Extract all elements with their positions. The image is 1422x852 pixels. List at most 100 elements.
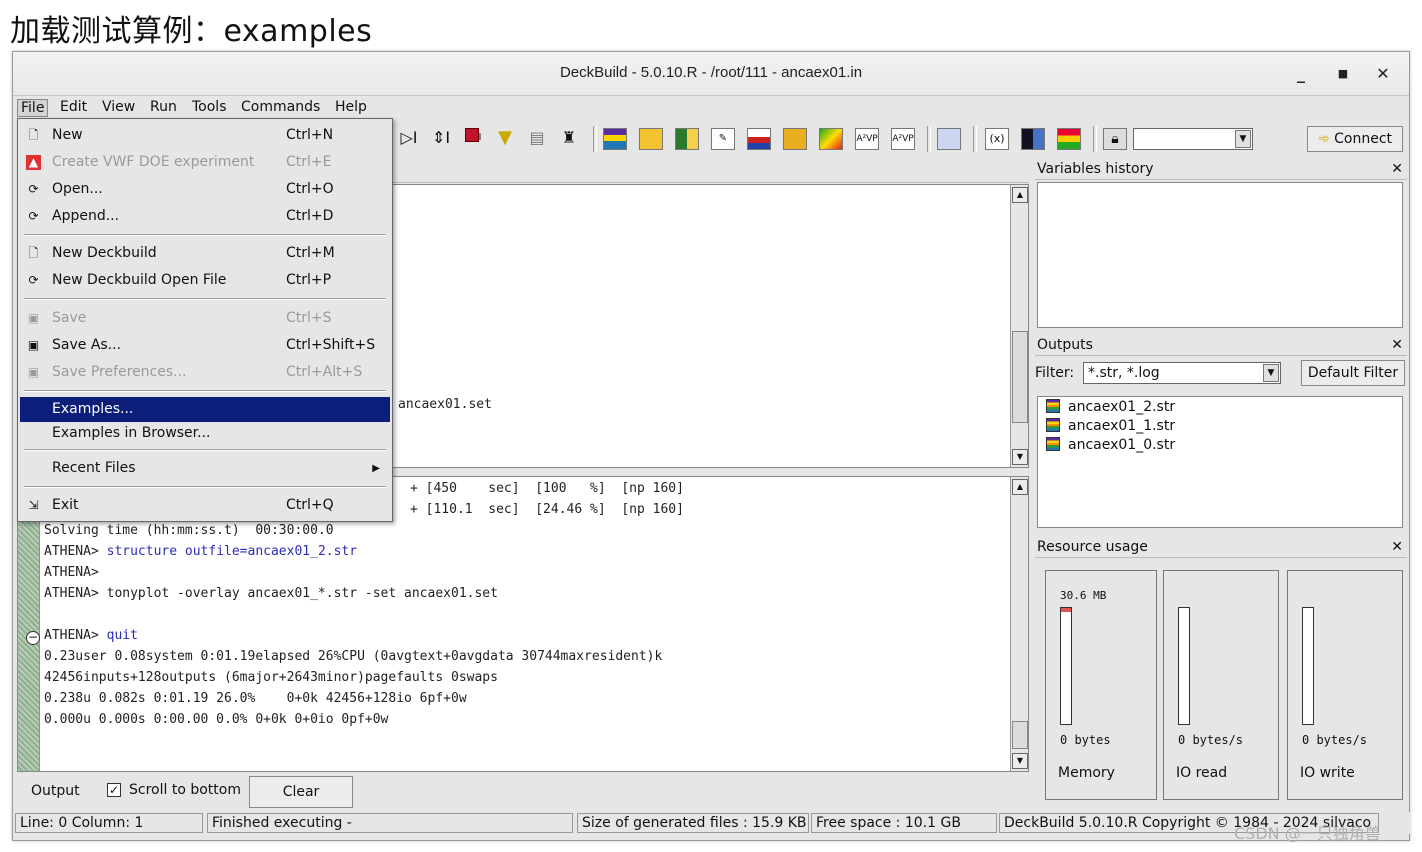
menu-separator: [24, 486, 386, 488]
structure-file-icon: [1046, 418, 1060, 432]
paste-icon[interactable]: ▤: [525, 128, 549, 150]
vwf-icon[interactable]: A²VP: [855, 128, 879, 150]
close-icon[interactable]: ✕: [1391, 160, 1403, 179]
menu-edit[interactable]: Edit: [57, 99, 90, 115]
host-combo[interactable]: ▼: [1133, 128, 1253, 150]
menu-item-new-deckbuild-open-file[interactable]: ⟳ New Deckbuild Open File Ctrl+P: [20, 268, 390, 293]
menu-item-label: Examples...: [52, 401, 134, 417]
menu-view[interactable]: View: [99, 99, 138, 115]
menu-item-label: New Deckbuild Open File: [52, 272, 227, 288]
outputs-file-list[interactable]: ancaex01_2.str ancaex01_1.str ancaex01_0…: [1037, 396, 1403, 528]
console-line: + [450 sec] [100 %] [np 160]: [410, 481, 684, 496]
scroll-down-icon[interactable]: ▼: [1012, 753, 1028, 769]
pause-icon[interactable]: ▼: [493, 128, 517, 150]
collapse-icon[interactable]: −: [26, 631, 40, 645]
variables-history-list[interactable]: [1037, 182, 1403, 328]
menu-item-exit[interactable]: ⇲ Exit Ctrl+Q: [20, 493, 390, 518]
filter-combo[interactable]: *.str, *.log ▼: [1083, 362, 1281, 384]
deck-editor[interactable]: ancaex01.set ▲ ▼: [389, 184, 1029, 468]
vwf-experiment-icon: ▲: [26, 155, 41, 170]
line-icon[interactable]: ⇕I: [429, 128, 453, 150]
optimizer-icon[interactable]: [819, 128, 843, 150]
menu-item-new[interactable]: 🗋︎ New Ctrl+N: [20, 123, 390, 148]
panel-title: Resource usage: [1037, 539, 1148, 555]
generated-size: Size of generated files : 15.9 KB: [577, 813, 809, 833]
structure-icon[interactable]: [639, 128, 663, 150]
menu-file[interactable]: File: [17, 99, 49, 117]
chevron-down-icon[interactable]: ▼: [1235, 130, 1251, 148]
close-icon[interactable]: ✕: [1391, 538, 1403, 557]
menu-item-open[interactable]: ⟳ Open... Ctrl+O: [20, 177, 390, 202]
menu-item-examples-in-browser[interactable]: Examples in Browser...: [20, 421, 390, 446]
open-deckbuild-icon: ⟳: [28, 273, 39, 287]
extract-icon[interactable]: [783, 128, 807, 150]
menu-help[interactable]: Help: [332, 99, 370, 115]
default-filter-button[interactable]: Default Filter: [1301, 360, 1405, 386]
scroll-up-icon[interactable]: ▲: [1012, 187, 1028, 203]
menu-item-create-vwf-doe[interactable]: ▲ Create VWF DOE experiment Ctrl+E: [20, 150, 390, 175]
console-scrollbar[interactable]: ▲ ▼: [1010, 477, 1028, 771]
menu-item-label: Exit: [52, 497, 79, 513]
windows-icon[interactable]: [937, 128, 961, 150]
tonyplot-icon[interactable]: [603, 128, 627, 150]
structure-file-icon: [1046, 399, 1060, 413]
meter-bar: [1302, 607, 1314, 725]
meter-name: IO write: [1300, 765, 1355, 781]
filter-label: Filter:: [1035, 365, 1075, 381]
chevron-down-icon[interactable]: ▼: [1263, 364, 1279, 382]
step-icon[interactable]: ▷I: [397, 128, 421, 150]
menu-item-shortcut: Ctrl+P: [286, 272, 332, 288]
exit-icon: ⇲: [28, 498, 39, 512]
stop-icon[interactable]: I: [461, 128, 485, 150]
console-line: 0.000u 0.000s 0:00.00 0.0% 0+0k 0+0io 0p…: [44, 712, 389, 727]
menu-item-new-deckbuild[interactable]: 🗋︎ New Deckbuild Ctrl+M: [20, 241, 390, 266]
variables-icon[interactable]: (x): [985, 128, 1009, 150]
meter-bar: [1178, 607, 1190, 725]
menu-item-save[interactable]: ▣ Save Ctrl+S: [20, 306, 390, 331]
vwf-tools-icon[interactable]: A²VP: [891, 128, 915, 150]
list-item[interactable]: ancaex01_0.str: [1046, 437, 1175, 453]
menu-item-shortcut: Ctrl+N: [286, 127, 334, 143]
kill-icon[interactable]: ♜: [557, 128, 581, 150]
toolbar-separator: [593, 126, 597, 152]
meter-fill: [1061, 608, 1071, 612]
list-item[interactable]: ancaex01_2.str: [1046, 399, 1175, 415]
scroll-down-icon[interactable]: ▼: [1012, 449, 1028, 465]
list-item[interactable]: ancaex01_1.str: [1046, 418, 1175, 434]
menu-item-append[interactable]: ⟳ Append... Ctrl+D: [20, 204, 390, 229]
file-name: ancaex01_2.str: [1068, 399, 1176, 415]
menu-tools[interactable]: Tools: [189, 99, 230, 115]
close-window-button[interactable]: ✕: [1371, 62, 1395, 86]
scroll-up-icon[interactable]: ▲: [1012, 479, 1028, 495]
edit-deck-icon[interactable]: ✎: [711, 128, 735, 150]
editor-scrollbar[interactable]: ▲ ▼: [1010, 185, 1028, 467]
menu-item-recent-files[interactable]: Recent Files ▶: [20, 456, 390, 481]
resources-icon[interactable]: [1057, 128, 1081, 150]
menu-item-examples[interactable]: Examples...: [20, 397, 390, 422]
lock-icon[interactable]: 🔒︎: [1103, 128, 1127, 150]
close-icon[interactable]: ✕: [1391, 336, 1403, 355]
scroll-to-bottom-checkbox[interactable]: ✓: [107, 783, 121, 797]
menu-item-label: New: [52, 127, 83, 143]
menu-item-save-as[interactable]: ▣ Save As... Ctrl+Shift+S: [20, 333, 390, 358]
output-tab[interactable]: Output: [31, 783, 80, 799]
console-line: ATHENA> quit: [44, 628, 138, 643]
resource-usage-panel: Resource usage ✕ 30.6 MB 0 bytes Memory …: [1035, 538, 1407, 804]
menu-commands[interactable]: Commands: [238, 99, 323, 115]
scroll-thumb[interactable]: [1012, 331, 1028, 423]
menu-item-shortcut: Ctrl+S: [286, 310, 332, 326]
menu-item-save-preferences[interactable]: ▣ Save Preferences... Ctrl+Alt+S: [20, 360, 390, 385]
console-line: Solving time (hh:mm:ss.t) 00:30:00.0: [44, 523, 334, 538]
devedit-icon[interactable]: [675, 128, 699, 150]
outputs-icon[interactable]: [1021, 128, 1045, 150]
deckbuild-window: DeckBuild - 5.0.10.R - /root/111 - ancae…: [12, 51, 1411, 841]
page-heading: 加载测试算例：examples: [10, 14, 373, 49]
menu-run[interactable]: Run: [147, 99, 180, 115]
scroll-thumb[interactable]: [1012, 721, 1028, 749]
menu-item-label: Save As...: [52, 337, 122, 353]
minimize-button[interactable]: _: [1289, 62, 1313, 86]
mesh-icon[interactable]: [747, 128, 771, 150]
maximize-button[interactable]: ■: [1331, 62, 1355, 86]
clear-button[interactable]: Clear: [249, 776, 353, 808]
connect-button[interactable]: ➾ Connect: [1307, 126, 1403, 152]
